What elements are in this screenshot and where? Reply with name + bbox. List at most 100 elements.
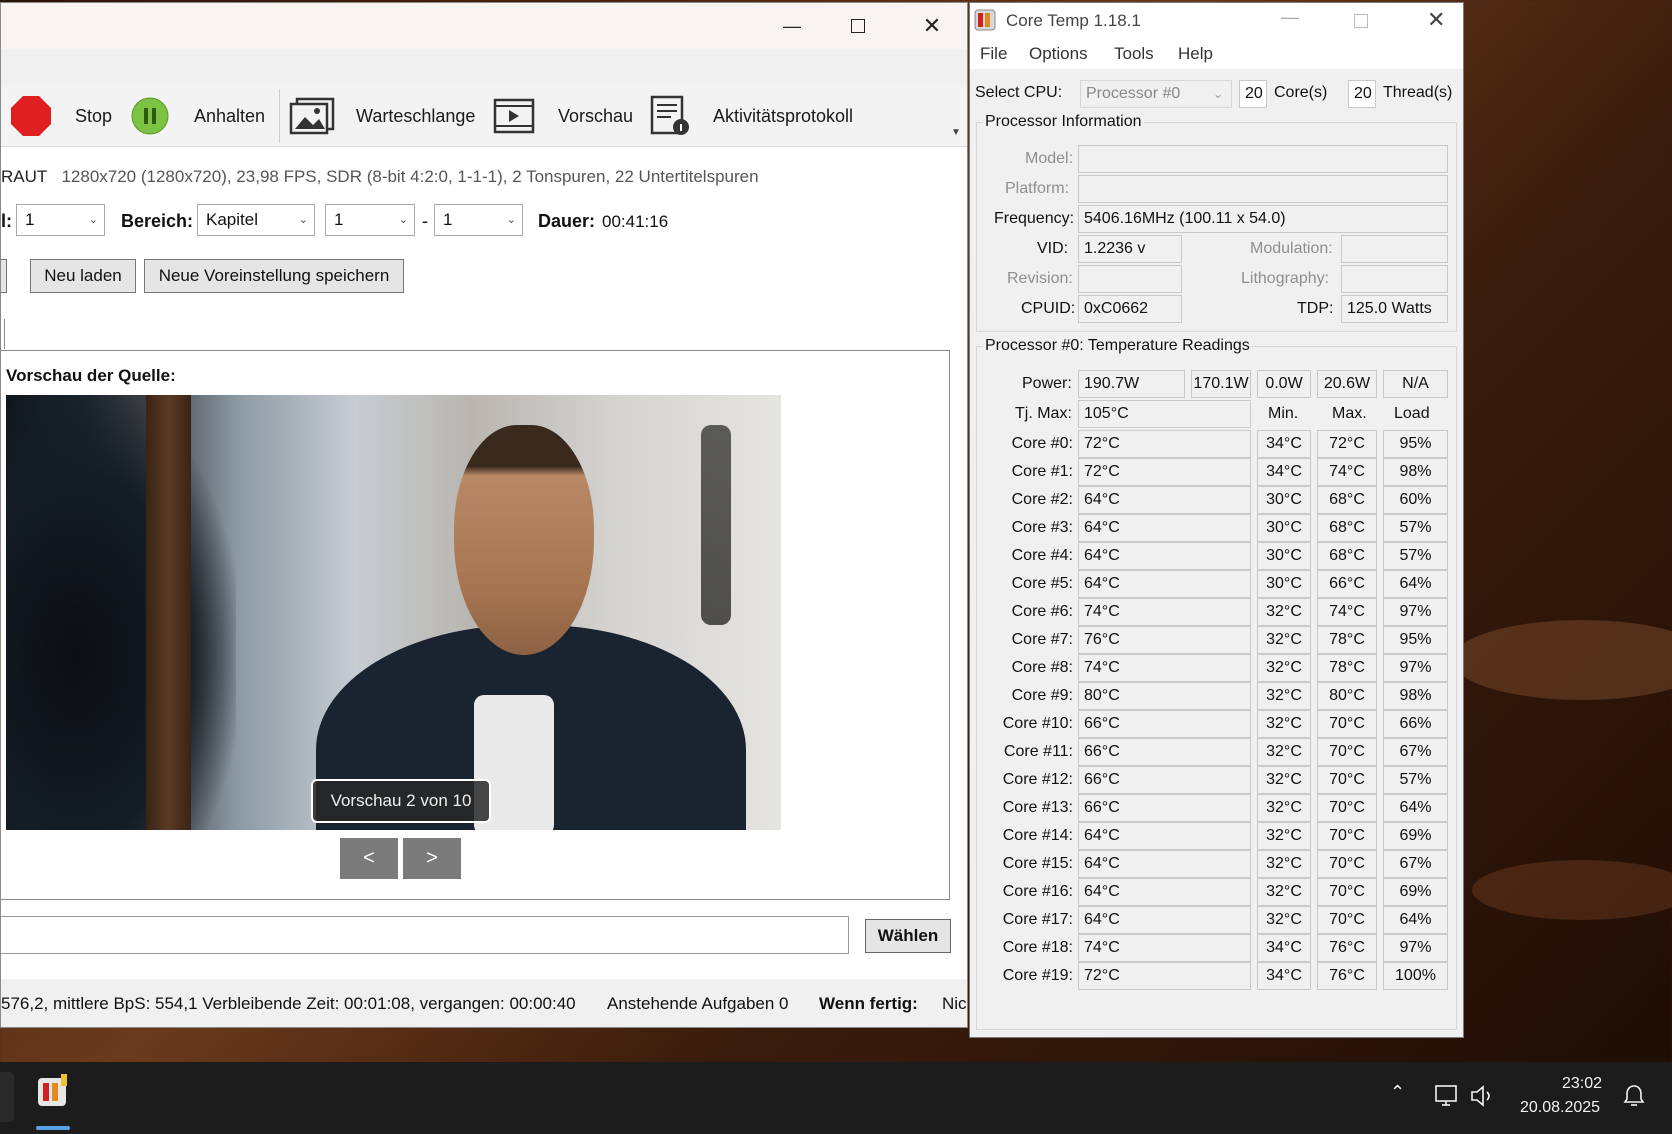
toolbar: Stop Anhalten Warteschlange Vorschau Akt… bbox=[1, 85, 967, 147]
core-min-temp: 30°C bbox=[1257, 486, 1311, 514]
min-column-header: Min. bbox=[1268, 405, 1299, 422]
preview-icon[interactable] bbox=[493, 97, 535, 135]
core-load: 64% bbox=[1383, 794, 1448, 822]
maximize-button[interactable] bbox=[1354, 14, 1368, 28]
core-load: 64% bbox=[1383, 906, 1448, 934]
notification-bell-icon[interactable] bbox=[1622, 1083, 1646, 1109]
core-name: Core #2: bbox=[1011, 491, 1073, 508]
title-select[interactable]: 1 ⌄ bbox=[16, 204, 105, 236]
range-from-select[interactable]: 1 ⌄ bbox=[325, 204, 415, 236]
core-load: 95% bbox=[1383, 430, 1448, 458]
frequency-label: Frequency: bbox=[994, 210, 1075, 227]
core-max-temp: 78°C bbox=[1317, 626, 1377, 654]
tdp-value: 125.0 Watts bbox=[1341, 295, 1448, 323]
tdp-label: TDP: bbox=[1297, 300, 1334, 317]
range-label: Bereich: bbox=[121, 211, 194, 231]
queue-button[interactable]: Warteschlange bbox=[356, 85, 475, 147]
vid-value: 1.2236 v bbox=[1078, 235, 1182, 263]
core-temp: 66°C bbox=[1078, 766, 1251, 794]
when-done-select[interactable]: Nic bbox=[942, 979, 967, 1027]
menu-tools[interactable]: Tools bbox=[1114, 44, 1154, 64]
processor-select[interactable]: Processor #0 ⌄ bbox=[1080, 80, 1232, 108]
lithography-label: Lithography: bbox=[1241, 270, 1330, 287]
cpuid-label: CPUID: bbox=[1021, 300, 1076, 317]
core-min-temp: 30°C bbox=[1257, 570, 1311, 598]
door-frame bbox=[146, 395, 191, 830]
core-temp: 64°C bbox=[1078, 878, 1251, 906]
queue-icon[interactable] bbox=[289, 97, 337, 135]
maximize-button[interactable] bbox=[825, 3, 891, 49]
activity-log-icon[interactable] bbox=[649, 95, 691, 137]
core-temp: 66°C bbox=[1078, 738, 1251, 766]
menu-help[interactable]: Help bbox=[1178, 44, 1213, 64]
clock-time[interactable]: 23:02 bbox=[1562, 1075, 1602, 1093]
source-preview-image bbox=[6, 395, 781, 830]
core-load: 98% bbox=[1383, 682, 1448, 710]
minimize-button[interactable]: — bbox=[1281, 7, 1299, 28]
power-uncore: 0.0W bbox=[1257, 370, 1311, 398]
core-min-temp: 32°C bbox=[1257, 822, 1311, 850]
modulation-value bbox=[1341, 235, 1448, 263]
minimize-button[interactable]: — bbox=[759, 3, 825, 49]
core-min-temp: 34°C bbox=[1257, 934, 1311, 962]
destination-path-input[interactable] bbox=[1, 916, 849, 954]
core-max-temp: 76°C bbox=[1317, 962, 1377, 990]
next-preview-button[interactable]: > bbox=[403, 838, 461, 879]
toolbar-overflow-icon[interactable]: ▼ bbox=[951, 127, 961, 138]
core-min-temp: 32°C bbox=[1257, 766, 1311, 794]
pending-tasks: Anstehende Aufgaben 0 bbox=[607, 994, 789, 1013]
core-max-temp: 70°C bbox=[1317, 906, 1377, 934]
menu-options[interactable]: Options bbox=[1029, 44, 1088, 64]
reload-button[interactable]: Neu laden bbox=[30, 259, 136, 293]
stop-button[interactable]: Stop bbox=[75, 85, 112, 147]
partial-button[interactable] bbox=[1, 259, 7, 293]
chevron-down-icon: ⌄ bbox=[298, 214, 308, 226]
core-max-temp: 70°C bbox=[1317, 822, 1377, 850]
save-preset-button[interactable]: Neue Voreinstellung speichern bbox=[144, 259, 404, 293]
core-load: 57% bbox=[1383, 514, 1448, 542]
core-max-temp: 74°C bbox=[1317, 598, 1377, 626]
duration-value: 00:41:16 bbox=[602, 212, 669, 231]
network-icon[interactable] bbox=[1434, 1084, 1460, 1108]
frequency-value: 5406.16MHz (100.11 x 54.0) bbox=[1078, 205, 1448, 233]
prev-preview-button[interactable]: < bbox=[340, 838, 398, 879]
core-name: Core #18: bbox=[1002, 939, 1073, 956]
close-button[interactable]: ✕ bbox=[1427, 7, 1445, 33]
preview-button[interactable]: Vorschau bbox=[558, 85, 633, 147]
volume-icon[interactable] bbox=[1470, 1084, 1498, 1108]
power-package: 190.7W bbox=[1078, 370, 1185, 398]
pause-icon[interactable] bbox=[131, 97, 169, 135]
core-min-temp: 34°C bbox=[1257, 962, 1311, 990]
clock-date[interactable]: 20.08.2025 bbox=[1520, 1099, 1600, 1117]
chevron-down-icon: ⌄ bbox=[506, 214, 516, 226]
range-type-select[interactable]: Kapitel ⌄ bbox=[197, 204, 315, 236]
core-min-temp: 34°C bbox=[1257, 458, 1311, 486]
core-min-temp: 30°C bbox=[1257, 542, 1311, 570]
core-min-temp: 34°C bbox=[1257, 430, 1311, 458]
chevron-up-icon[interactable]: ⌃ bbox=[1390, 1082, 1405, 1103]
title-label: l: bbox=[1, 211, 12, 231]
core-temp: 64°C bbox=[1078, 850, 1251, 878]
model-label: Model: bbox=[1025, 150, 1074, 167]
pause-button[interactable]: Anhalten bbox=[194, 85, 265, 147]
stop-icon[interactable] bbox=[11, 96, 51, 136]
title-bar: — ✕ bbox=[1, 3, 967, 49]
core-min-temp: 32°C bbox=[1257, 738, 1311, 766]
core-name: Core #1: bbox=[1011, 463, 1073, 480]
core-max-temp: 68°C bbox=[1317, 514, 1377, 542]
power-label: Power: bbox=[1022, 375, 1072, 392]
coretemp-app-icon bbox=[974, 9, 996, 31]
browse-button[interactable]: Wählen bbox=[865, 919, 951, 953]
tab-edge[interactable] bbox=[1, 319, 5, 349]
core-max-temp: 70°C bbox=[1317, 878, 1377, 906]
core-load: 97% bbox=[1383, 934, 1448, 962]
close-button[interactable]: ✕ bbox=[899, 3, 965, 49]
menu-file[interactable]: File bbox=[980, 44, 1007, 64]
taskbar-app-partial[interactable] bbox=[0, 1072, 14, 1122]
range-to-select[interactable]: 1 ⌄ bbox=[434, 204, 523, 236]
coretemp-taskbar-icon[interactable] bbox=[36, 1074, 70, 1108]
select-cpu-label: Select CPU: bbox=[975, 84, 1063, 101]
core-name: Core #9: bbox=[1011, 687, 1073, 704]
activity-log-button[interactable]: Aktivitätsprotokoll bbox=[713, 85, 853, 147]
core-max-temp: 70°C bbox=[1317, 766, 1377, 794]
